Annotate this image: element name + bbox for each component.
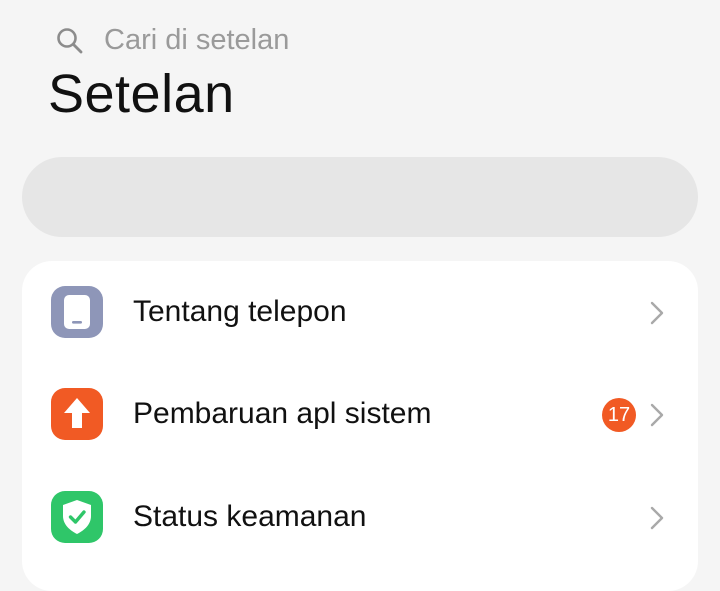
arrow-up-icon [51,388,103,440]
update-count-badge: 17 [602,398,636,432]
chevron-right-icon [650,506,664,530]
page-title: Setelan [48,64,235,124]
chevron-right-icon [650,403,664,427]
settings-item-security-status[interactable]: Status keamanan [22,467,698,569]
settings-item-label: Pembaruan apl sistem [133,397,432,430]
settings-item-label: Status keamanan [133,500,367,533]
settings-item-system-app-updates[interactable]: Pembaruan apl sistem 17 [22,364,698,466]
settings-card: Tentang telepon Pembaruan apl sistem 17 … [22,261,698,591]
settings-item-about-phone[interactable]: Tentang telepon [22,262,698,364]
chevron-right-icon [650,301,664,325]
search-bar[interactable] [22,157,698,237]
shield-check-icon [51,491,103,543]
phone-icon [51,286,103,338]
settings-item-label: Tentang telepon [133,295,347,328]
search-input[interactable]: Cari di setelan [104,20,289,60]
search-icon [57,28,83,54]
